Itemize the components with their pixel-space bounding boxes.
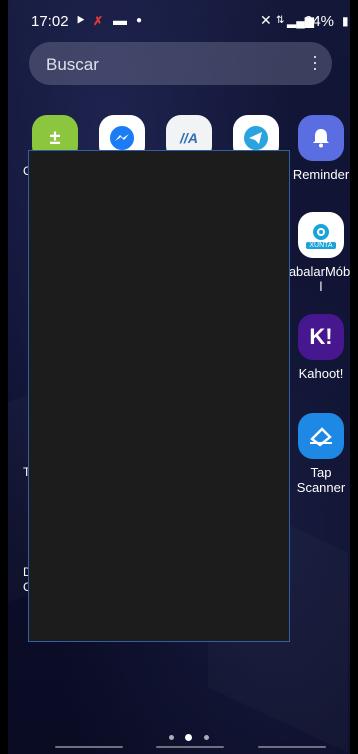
- page-indicator-dot-active[interactable]: [185, 734, 192, 741]
- more-notifications-dot-icon: ●: [136, 15, 143, 26]
- status-bar: 17:02 ⯈ ✗ ▬ ● ✕ ⇅ ▂▄▆ 64% ▮: [8, 0, 350, 40]
- play-notification-icon: ⯈: [75, 12, 87, 28]
- app-reminder[interactable]: Reminder: [291, 115, 350, 182]
- nav-back-button[interactable]: [258, 746, 326, 748]
- nav-recents-button[interactable]: [55, 746, 123, 748]
- abalar-icon: XUNTA: [298, 212, 344, 258]
- battery-level: 64%: [304, 13, 335, 30]
- app-search-bar[interactable]: Buscar · · ·: [29, 42, 332, 85]
- app-label-abalar: abalarMóbil: [288, 264, 350, 294]
- app-tap-scanner[interactable]: Tap Scanner: [291, 413, 350, 495]
- more-options-icon[interactable]: · · ·: [308, 47, 322, 77]
- app-notification-icon: ✗: [93, 14, 104, 28]
- search-placeholder: Buscar: [46, 55, 99, 74]
- xunta-badge: XUNTA: [306, 241, 336, 249]
- battery-icon: ▮: [342, 14, 349, 28]
- kahoot-icon: K!: [298, 314, 344, 360]
- app-label-reminder: Reminder: [292, 167, 350, 182]
- home-screen: 17:02 ⯈ ✗ ▬ ● ✕ ⇅ ▂▄▆ 64% ▮ Buscar · · · ±…: [8, 0, 350, 754]
- app-kahoot[interactable]: K! Kahoot!: [291, 314, 350, 381]
- app-label-kahoot: Kahoot!: [298, 366, 344, 381]
- page-indicator-dot[interactable]: [169, 735, 174, 740]
- overlay-panel[interactable]: [28, 150, 290, 642]
- page-indicator-dot[interactable]: [204, 735, 209, 740]
- message-notification-icon: ▬: [113, 12, 127, 28]
- bell-icon: [298, 115, 344, 161]
- scanner-icon: [298, 413, 344, 459]
- app-abalar[interactable]: XUNTA abalarMóbil: [288, 212, 350, 294]
- data-arrows-icon: ⇅: [276, 15, 285, 26]
- status-time: 17:02: [31, 13, 69, 30]
- app-label-tap-scanner: Tap Scanner: [296, 465, 346, 495]
- nav-home-button[interactable]: [156, 746, 224, 748]
- mute-icon: ✕: [260, 12, 272, 28]
